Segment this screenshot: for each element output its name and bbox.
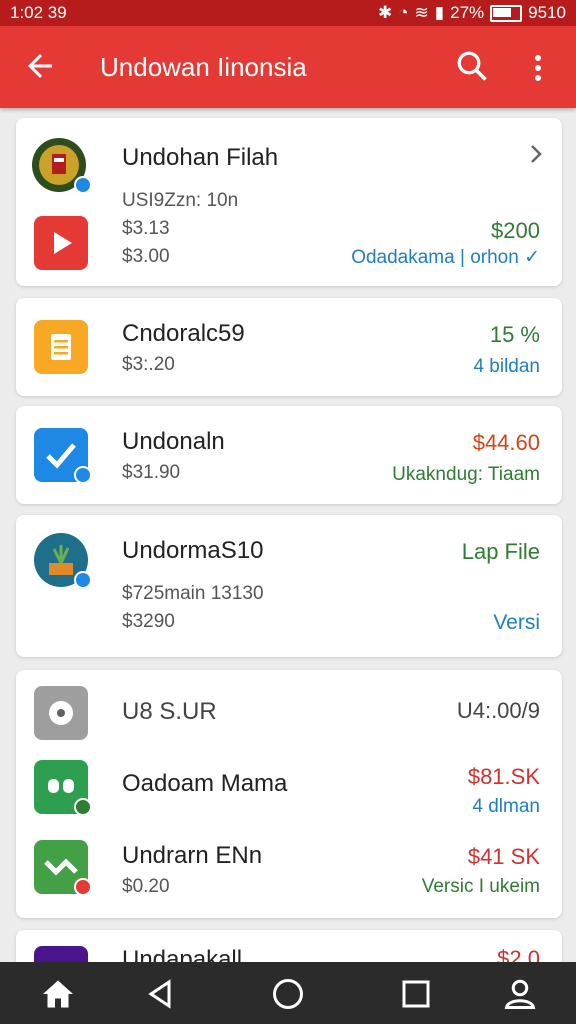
card-subtitle: USI9Zzn: 10n [122,190,239,211]
card-link[interactable]: Odadakama | orhon ✓ [351,246,540,269]
verified-badge-icon [74,571,92,589]
card-title: Undohan Filah [122,144,279,171]
item-title: Oadoam Mama [122,770,288,797]
chevron-right-icon[interactable] [524,142,548,166]
list-card[interactable]: Undohan Filah USI9Zzn: 10n $3.13 $3.00 $… [16,118,562,286]
wifi-icon: ≋ [414,3,429,22]
card-price-secondary: $3.00 [122,246,170,267]
document-icon [34,320,88,374]
disc-icon [34,686,88,740]
more-vert-icon[interactable] [526,50,550,86]
item-title: Undrarn ENn [122,842,263,869]
card-price: $3290 [122,611,175,632]
verified-badge-icon [74,798,92,816]
page-title: Undowan Iinonsia [100,52,307,82]
item-value: $81.SK [467,764,540,789]
square-overview-icon[interactable] [398,976,434,1012]
search-icon[interactable] [454,48,490,84]
item-price: $0.20 [122,876,170,897]
card-price: $31.90 [122,462,181,483]
card-title: Undonaln [122,428,225,455]
card-title: UndormaS10 [122,537,264,564]
card-price: $3:.20 [122,354,175,375]
battery-icon [490,4,523,22]
list-card[interactable]: Cndoralc59 $3:.20 15 % 4 bildan [16,298,562,396]
alert-badge-icon [74,878,92,896]
list-card[interactable]: Undonaln $31.90 $44.60 Ukakndug: Tiaam [16,406,562,504]
item-link[interactable]: 4 dlman [472,796,540,818]
group-header: U8 S.UR [122,698,217,725]
card-value: Lap File [461,539,540,564]
back-arrow-icon[interactable] [22,48,58,84]
app-bar: Undowan Iinonsia [0,26,576,108]
alarm-icon: ◔ [398,3,409,22]
card-link[interactable]: Versi [493,611,540,635]
card-subtitle: $725main 13130 [122,583,264,604]
group-card: U8 S.UR U4:.00/9 Oadoam Mama $81.SK 4 dl… [16,670,562,918]
check-mark-icon: ✓ [524,247,540,268]
home-icon[interactable] [40,976,76,1012]
verified-badge-icon [74,176,92,194]
status-bar: 1:02 39 ✱ ◔ ≋ ▮ 27% 9510 [0,0,576,26]
circle-home-icon[interactable] [270,976,306,1012]
status-time: 1:02 39 [10,3,67,22]
youtube-play-icon [34,216,88,270]
item-link[interactable]: Versic I ukeim [422,876,540,898]
bluetooth-icon: ✱ [378,3,393,22]
group-header-value: U4:.00/9 [456,698,540,723]
navigation-bar [0,962,576,1024]
battery-percent: 27% [450,3,485,22]
signal-icon: ▮ [434,3,445,22]
card-value: $44.60 [472,430,540,455]
person-icon[interactable] [502,976,538,1012]
card-link[interactable]: Ukakndug: Tiaam [392,464,540,486]
card-link[interactable]: 4 bildan [473,356,540,378]
card-price: $3.13 [122,218,170,239]
card-value: 15 % [489,322,540,347]
status-clock: 9510 [528,3,566,22]
list-card[interactable]: UndormaS10 $725main 13130 $3290 Lap File… [16,515,562,657]
item-value: $41 SK [467,844,540,869]
verified-badge-icon [74,466,92,484]
card-title: Cndoralc59 [122,320,245,347]
nav-back-icon[interactable] [142,976,178,1012]
card-value: $200 [491,218,540,243]
